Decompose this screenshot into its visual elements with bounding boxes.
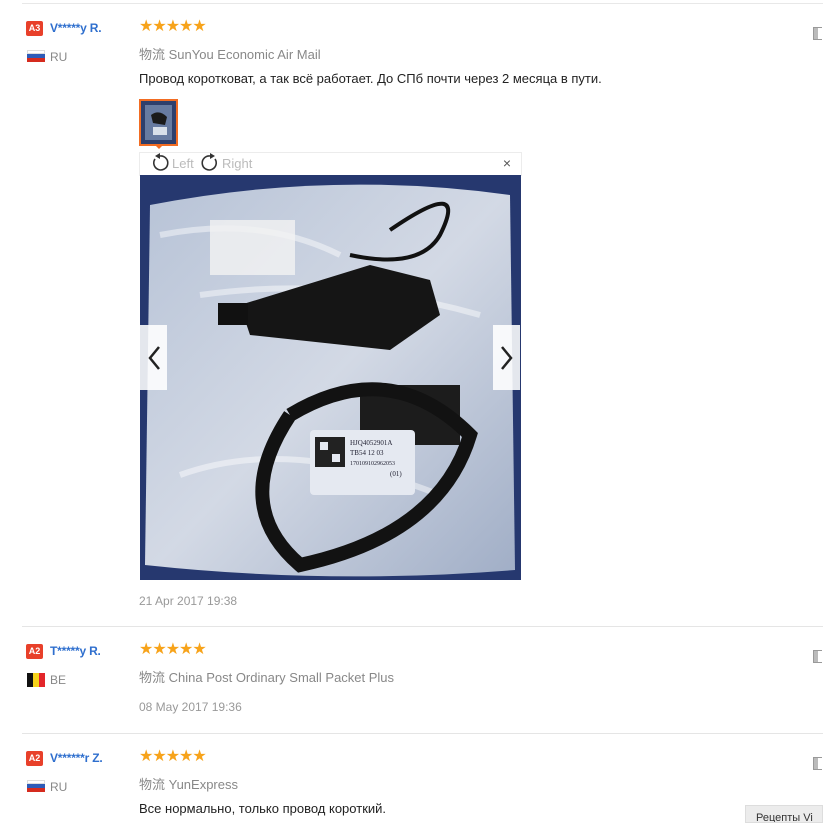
- rotate-left-button[interactable]: Left: [150, 153, 194, 173]
- rating-stars: ★★★★★: [139, 18, 207, 35]
- product-label-line-4: (01): [390, 470, 402, 478]
- buyer-country: BE: [50, 673, 67, 687]
- shipping-method: 物流 China Post Ordinary Small Packet Plus: [139, 670, 395, 685]
- chevron-left-icon: [147, 345, 160, 370]
- photo-viewer-toolbar: Left Right ×: [139, 152, 522, 176]
- review-divider: [22, 733, 823, 734]
- review-date: 08 May 2017 19:36: [139, 700, 242, 714]
- shipping-method: 物流 YunExpress: [139, 777, 238, 792]
- product-label-line-2: TB54 12 03: [350, 449, 384, 457]
- russia-flag-icon: [27, 780, 45, 792]
- belgium-flag-icon: [27, 673, 45, 687]
- helpful-icon[interactable]: [813, 650, 822, 663]
- rotate-right-label: Right: [222, 155, 253, 171]
- rotate-right-button[interactable]: Right: [200, 153, 252, 173]
- buyer-level-badge: A3: [26, 21, 43, 36]
- feedback-text: Все нормально, только провод короткий.: [139, 801, 387, 816]
- top-divider: [22, 3, 823, 4]
- feedback-text: Провод коротковат, а так всё работает. Д…: [139, 71, 602, 86]
- thumbnail-selected-indicator: [154, 144, 164, 149]
- product-label-line-3: 170109102962053: [350, 461, 395, 467]
- rating-stars: ★★★★★: [139, 641, 207, 658]
- product-label-line-1: HJQ4052901A: [350, 439, 392, 447]
- russia-flag-icon: [27, 50, 45, 62]
- buyer-level-badge: A2: [26, 751, 43, 766]
- shipping-method: 物流 SunYou Economic Air Mail: [139, 47, 321, 62]
- helpful-icon[interactable]: [813, 27, 822, 40]
- review-photo-large: HJQ4052901A TB54 12 03 170109102962053 (…: [140, 175, 521, 580]
- rotate-right-icon: [201, 153, 218, 171]
- helpful-icon[interactable]: [813, 757, 822, 770]
- buyer-name[interactable]: T*****y R.: [50, 644, 101, 658]
- buyer-country: RU: [50, 50, 68, 64]
- floating-panel-button[interactable]: Рецепты Vi: [745, 805, 823, 823]
- buyer-name[interactable]: V******r Z.: [50, 751, 103, 765]
- review-photo-thumbnail[interactable]: [139, 99, 178, 146]
- chevron-right-icon: [500, 345, 513, 370]
- review-divider: [22, 626, 823, 627]
- buyer-name[interactable]: V*****y R.: [50, 21, 102, 35]
- close-icon[interactable]: ×: [503, 155, 511, 171]
- rotate-left-icon: [152, 153, 169, 171]
- rotate-left-label: Left: [172, 155, 194, 171]
- buyer-country: RU: [50, 780, 68, 794]
- buyer-level-badge: A2: [26, 644, 43, 659]
- review-date: 21 Apr 2017 19:38: [139, 594, 238, 608]
- next-photo-button[interactable]: [493, 325, 520, 390]
- previous-photo-button[interactable]: [140, 325, 167, 390]
- rating-stars: ★★★★★: [139, 748, 207, 765]
